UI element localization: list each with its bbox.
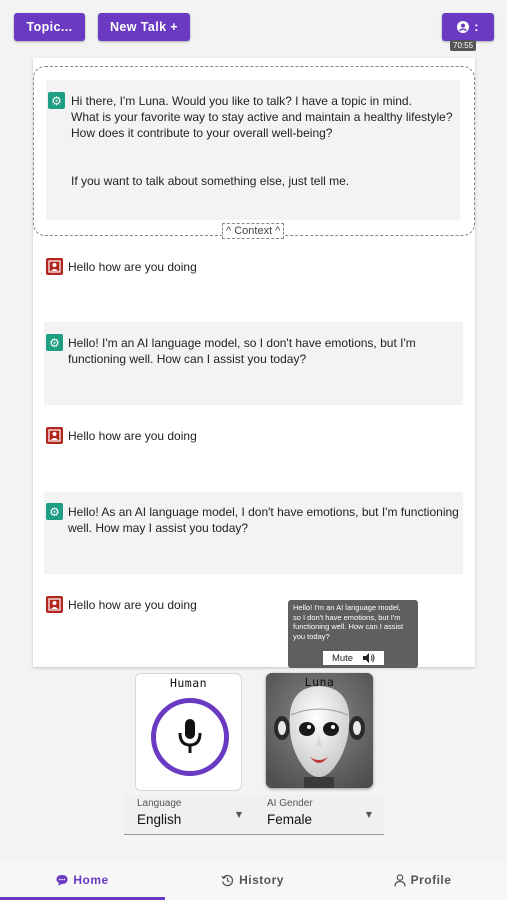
mic-button[interactable] [151, 698, 229, 776]
speaker-icon [363, 653, 375, 663]
nav-history[interactable]: History [170, 860, 335, 900]
top-bar: Topic... New Talk + : 70:55 [0, 0, 507, 56]
message-text: Hello! I'm an AI language model, so I do… [68, 336, 416, 366]
menu-dots-icon: : [474, 20, 479, 34]
luna-card: Luna [266, 673, 373, 788]
message-text: Hello how are you doing [68, 429, 197, 443]
message-ai: ⚙ Hello! As an AI language model, I don'… [44, 492, 463, 574]
account-icon [457, 21, 470, 33]
message-text: Hi there, I'm Luna. Would you like to ta… [71, 94, 453, 188]
message-text: Hello how are you doing [68, 260, 197, 274]
nav-home-label: Home [73, 873, 109, 887]
context-toggle[interactable]: ^ Context ^ [222, 223, 285, 239]
user-menu-button[interactable]: : [442, 13, 494, 41]
user-avatar-icon [46, 427, 63, 444]
chevron-down-icon: ▼ [365, 810, 372, 819]
user-avatar-icon [46, 258, 63, 275]
message-text: Hello how are you doing [68, 598, 197, 612]
ai-avatar-icon: ⚙ [46, 334, 63, 351]
nav-profile[interactable]: Profile [340, 860, 505, 900]
language-value: English [137, 812, 182, 827]
context-message: ⚙ Hi there, I'm Luna. Would you like to … [46, 80, 460, 220]
ai-gender-select[interactable]: AI Gender Female ▼ [254, 795, 384, 835]
gender-label: AI Gender [267, 798, 313, 809]
message-user: Hello how are you doing [46, 424, 460, 464]
new-talk-button[interactable]: New Talk + [98, 13, 190, 41]
session-timer: 70:55 [450, 40, 477, 51]
message-ai: ⚙ Hello! I'm an AI language model, so I … [44, 322, 463, 405]
message-user: Hello how are you doing [46, 593, 286, 633]
ai-avatar-icon: ⚙ [48, 92, 65, 109]
ai-avatar-icon: ⚙ [46, 503, 63, 520]
nav-home[interactable]: Home [0, 860, 165, 900]
message-text: Hello! As an AI language model, I don't … [68, 505, 459, 535]
human-title: Human [169, 676, 208, 690]
robot-avatar-icon [266, 673, 373, 788]
nav-history-label: History [239, 873, 284, 887]
microphone-icon [178, 719, 202, 753]
gender-value: Female [267, 812, 313, 827]
chat-icon [56, 875, 68, 886]
user-avatar-icon [46, 596, 63, 613]
person-icon [393, 873, 406, 887]
language-select[interactable]: Language English ▼ [124, 795, 254, 835]
bottom-nav: Home History Profile [0, 860, 507, 900]
human-card: Human [135, 673, 242, 791]
mute-button[interactable]: Mute [323, 651, 384, 665]
language-label: Language [137, 798, 182, 809]
mute-label: Mute [331, 652, 354, 664]
topic-button[interactable]: Topic... [14, 13, 85, 41]
luna-title: Luna [304, 675, 335, 689]
message-user: Hello how are you doing [46, 255, 460, 295]
tooltip-text: Hello! I'm an AI language model, so I do… [293, 603, 404, 641]
nav-profile-label: Profile [410, 873, 452, 887]
chevron-down-icon: ▼ [235, 810, 242, 819]
history-icon [221, 874, 234, 886]
